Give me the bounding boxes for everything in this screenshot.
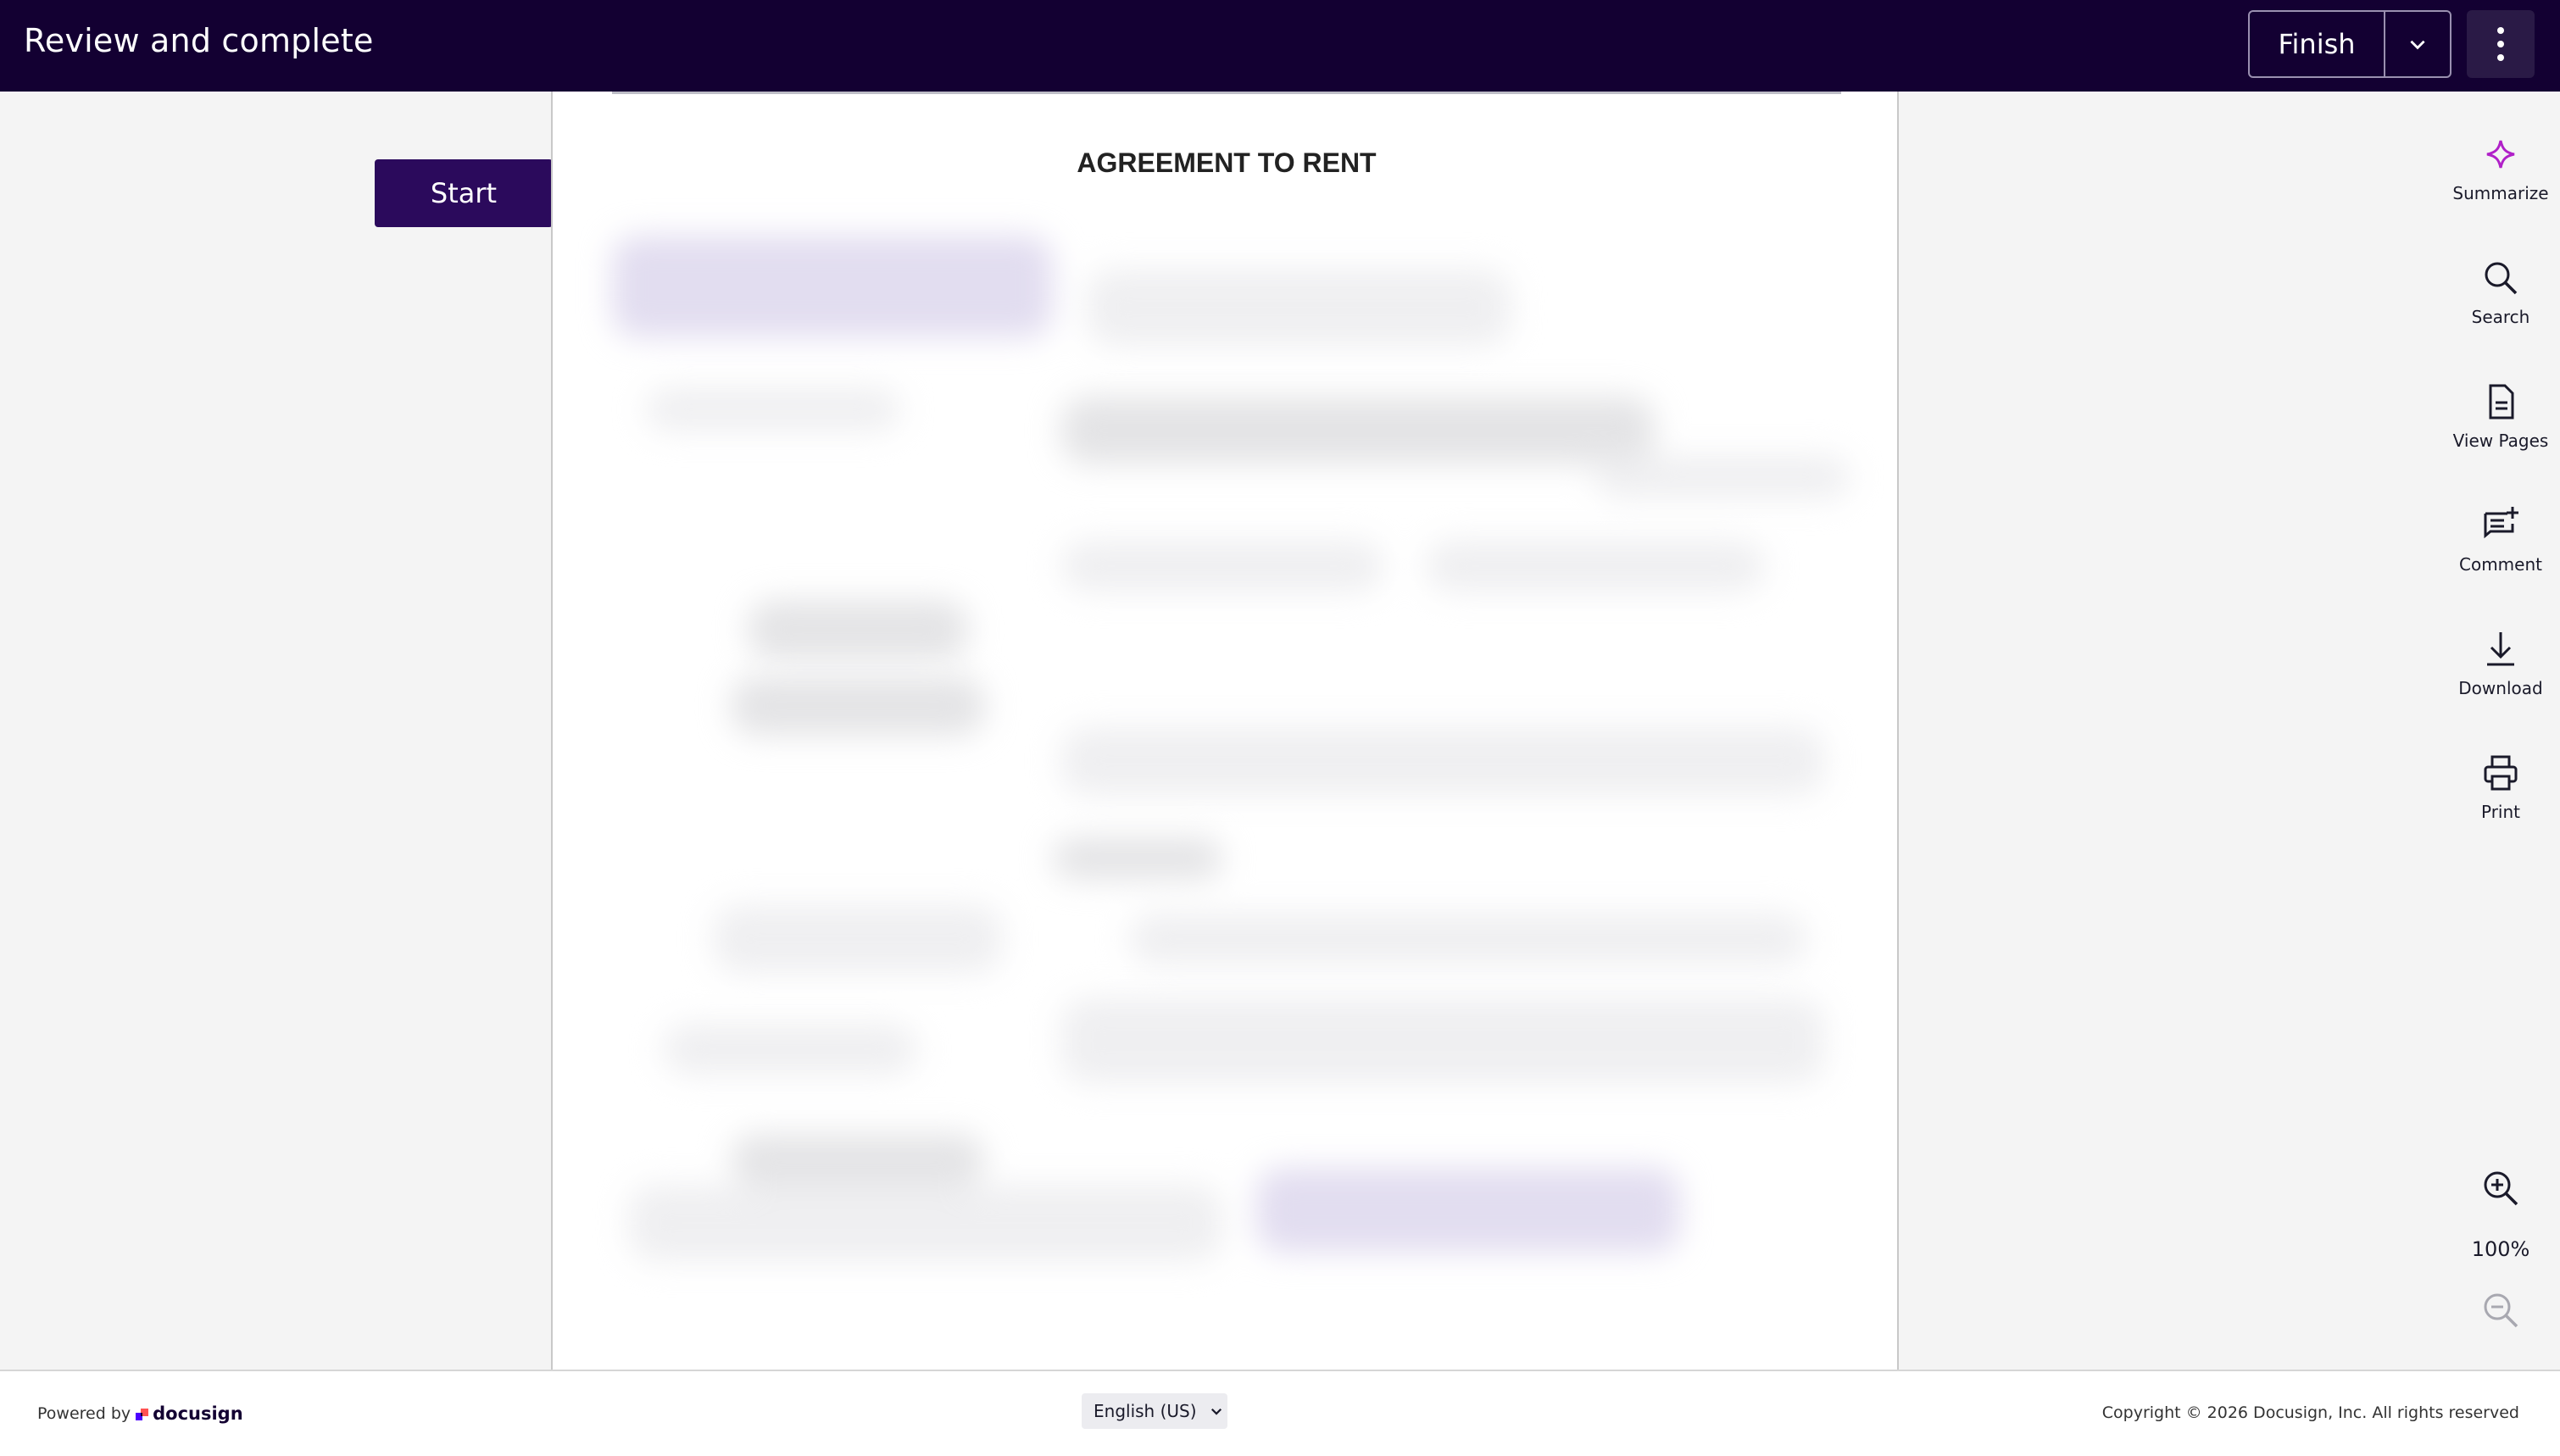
add-comment-icon <box>2484 507 2518 539</box>
summarize-label: Summarize <box>2452 183 2549 203</box>
view-pages-button[interactable]: View Pages <box>2441 381 2560 451</box>
finish-button[interactable]: Finish <box>2250 12 2385 76</box>
printer-icon <box>2484 755 2518 791</box>
more-options-button[interactable] <box>2467 10 2535 78</box>
docusign-logo: docusign <box>136 1403 243 1424</box>
search-label: Search <box>2471 307 2530 327</box>
chevron-down-icon <box>1210 1408 1222 1415</box>
search-button[interactable]: Search <box>2441 258 2560 327</box>
docusign-mark-icon <box>136 1409 149 1420</box>
zoom-in-icon[interactable] <box>2480 1168 2521 1209</box>
comment-label: Comment <box>2459 554 2542 575</box>
document-title: AGREEMENT TO RENT <box>1077 147 1377 178</box>
document-viewer[interactable]: AGREEMENT TO RENT <box>551 92 1899 1371</box>
document-page-edge <box>612 92 1841 94</box>
start-button[interactable]: Start <box>375 159 553 227</box>
footer: Powered by docusign English (US) Copyrig… <box>0 1370 2560 1456</box>
language-label: English (US) <box>1094 1401 1197 1421</box>
download-icon <box>2487 632 2514 666</box>
docusign-brand-text: docusign <box>153 1403 243 1424</box>
document-icon <box>2489 384 2514 420</box>
print-label: Print <box>2480 802 2520 822</box>
zoom-out-icon[interactable] <box>2480 1290 2521 1331</box>
copyright-text: Copyright © 2026 Docusign, Inc. All righ… <box>2101 1403 2519 1422</box>
powered-by: Powered by docusign <box>37 1403 243 1424</box>
powered-by-label: Powered by <box>37 1404 131 1423</box>
download-button[interactable]: Download <box>2441 629 2560 698</box>
finish-options-button[interactable] <box>2385 12 2450 76</box>
view-pages-label: View Pages <box>2452 431 2549 451</box>
summarize-button[interactable]: Summarize <box>2441 134 2560 203</box>
sparkle-icon <box>2486 140 2515 169</box>
chevron-down-icon <box>2410 40 2425 50</box>
finish-button-group: Finish <box>2248 10 2451 78</box>
top-header: Review and complete Finish <box>0 0 2560 92</box>
print-button[interactable]: Print <box>2441 753 2560 822</box>
zoom-level: 100% <box>2471 1237 2530 1261</box>
language-select[interactable]: English (US) <box>1082 1393 1227 1429</box>
search-icon <box>2485 262 2518 295</box>
download-label: Download <box>2458 678 2543 698</box>
more-vertical-icon <box>2497 27 2504 61</box>
page-title: Review and complete <box>24 22 374 59</box>
comment-button[interactable]: Comment <box>2441 505 2560 575</box>
